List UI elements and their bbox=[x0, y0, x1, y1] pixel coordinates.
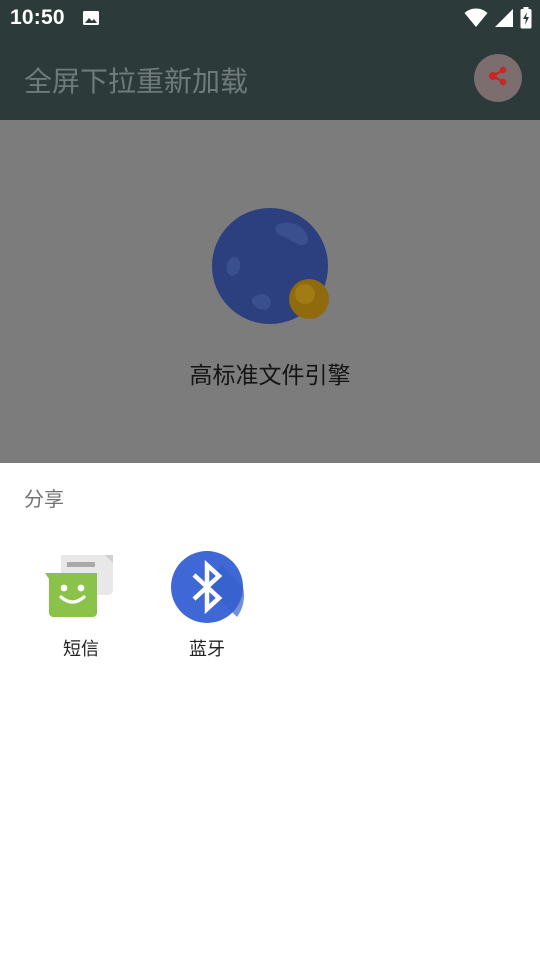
messaging-icon bbox=[43, 549, 119, 625]
share-target-label: 短信 bbox=[63, 639, 99, 660]
share-target-messaging[interactable]: 短信 bbox=[31, 549, 131, 661]
status-bar: 10:50 bbox=[0, 0, 540, 36]
battery-charging-icon bbox=[520, 7, 532, 33]
page-title: 全屏下拉重新加载 bbox=[24, 65, 249, 98]
app-toolbar: 全屏下拉重新加载 bbox=[0, 36, 540, 120]
app-name-label: 高标准文件引擎 bbox=[189, 363, 351, 389]
share-target-bluetooth[interactable]: 蓝牙 bbox=[157, 549, 257, 661]
wifi-icon bbox=[464, 8, 488, 32]
main-content: 高标准文件引擎 bbox=[0, 120, 540, 463]
bluetooth-icon bbox=[169, 549, 245, 625]
globe-logo-icon bbox=[212, 208, 332, 332]
share-sheet-title: 分享 bbox=[24, 487, 64, 511]
share-target-label: 蓝牙 bbox=[189, 639, 225, 660]
share-icon bbox=[486, 64, 510, 92]
status-time: 10:50 bbox=[10, 6, 65, 29]
image-icon bbox=[82, 9, 100, 31]
share-button[interactable] bbox=[474, 54, 522, 102]
share-sheet: 分享 短信 蓝牙 bbox=[0, 463, 540, 960]
signal-icon bbox=[494, 8, 514, 32]
